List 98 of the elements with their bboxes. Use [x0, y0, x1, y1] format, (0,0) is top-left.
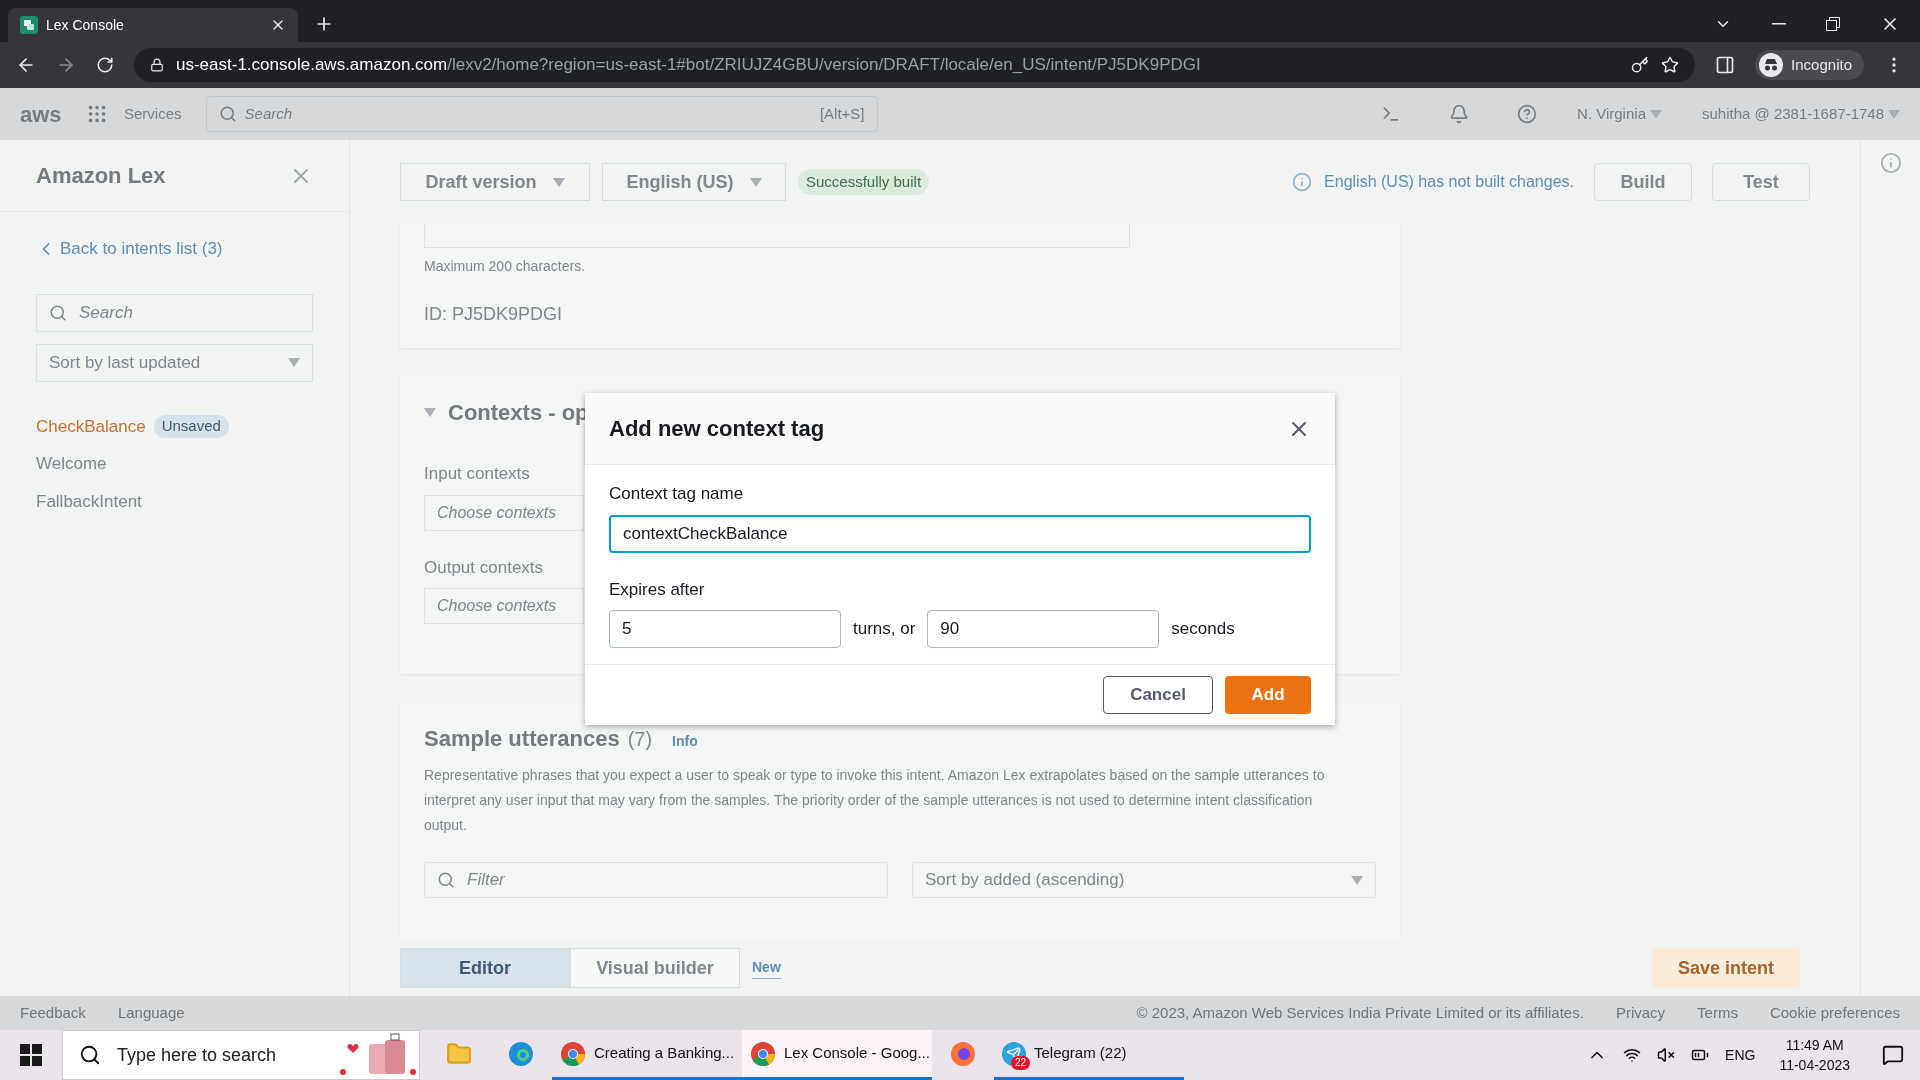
status-badge: Unsaved [153, 415, 229, 438]
sort-dropdown[interactable]: Sort by added (ascending) [912, 862, 1376, 898]
sidebar-title: Amazon Lex [36, 162, 166, 190]
caret-icon [1649, 109, 1662, 119]
browser-icon [750, 1040, 776, 1067]
info-link[interactable]: Info [672, 731, 698, 752]
section-description: Representative phrases that you expect a user to speak or type to invoke this intent. Amazon Lex extrapolates based on the sample utterances to interpret any user input that may vary from the samples. The priority order of the sample utterances is not used to determine intent classification output. [424, 766, 1326, 835]
contexts-dropdown[interactable]: Choose contexts [424, 494, 584, 531]
field-label: Input contexts [424, 463, 531, 485]
toolbar-button[interactable]: Build [1594, 163, 1692, 201]
hint-text: Maximum 200 characters. [424, 257, 587, 276]
muted-speaker-icon[interactable] [1657, 1046, 1676, 1064]
reload-icon[interactable] [96, 56, 114, 74]
unit-label: turns, or [853, 618, 916, 641]
status-badge: Successfully built [798, 168, 930, 196]
taskbar-search[interactable]: Type here to search [62, 1030, 420, 1080]
view-tab[interactable]: Editor [400, 948, 570, 988]
search-icon [79, 1044, 101, 1066]
back-link[interactable]: Back to intents list (3) [36, 236, 313, 262]
wifi-icon[interactable] [1623, 1046, 1642, 1064]
taskbar-app[interactable]: Lex Console - Goog... [742, 1030, 932, 1080]
section-title: Sample utterances [424, 725, 620, 753]
caret-icon [749, 177, 762, 187]
caret-icon [1351, 875, 1363, 885]
region-menu[interactable]: N. Virginia [1577, 102, 1662, 126]
app-title: Telegram (22) [1034, 1043, 1127, 1064]
browser-icon [560, 1040, 586, 1067]
address-bar[interactable]: us-east-1.console.aws.amazon.com/lexv2/home?region=us-east-1#bot/ZRIUJZ4GBU/version/DRAFT/locale/en_US/intent/PJ5DK9PDGI [134, 48, 1696, 82]
aws-logo[interactable]: aws [20, 97, 70, 131]
help-icon[interactable] [1517, 104, 1538, 124]
footer-link[interactable]: Privacy [1615, 1001, 1666, 1025]
field-label: Context tag name [609, 483, 745, 505]
key-icon[interactable] [1631, 56, 1650, 74]
url-text: us-east-1.console.aws.amazon.com/lexv2/home?region=us-east-1#bot/ZRIUJZ4GBU/version/DRAFT/locale/en_US/intent/PJ5DK9PDGI [176, 54, 1201, 77]
search-field[interactable]: Search [36, 293, 313, 332]
intent-item[interactable]: FallbackIntent [36, 488, 313, 514]
search-icon [218, 105, 237, 123]
caret-icon [1888, 109, 1900, 119]
view-tab[interactable]: Visual builder [570, 948, 740, 988]
filter-field[interactable]: Filter [424, 862, 888, 898]
add-button[interactable]: Add [1225, 676, 1311, 714]
bell-icon[interactable] [1449, 104, 1470, 124]
browser-icon [950, 1040, 976, 1067]
toolbar-button[interactable]: Test [1712, 163, 1810, 201]
expand-icon [424, 408, 436, 417]
app-title: Creating a Banking... [594, 1043, 735, 1064]
star-icon[interactable] [1661, 56, 1680, 74]
browser-icon [508, 1040, 534, 1067]
language-indicator[interactable]: ENG [1725, 1044, 1756, 1066]
grid-icon[interactable] [86, 103, 108, 125]
tab-title: Lex Console [46, 15, 125, 35]
new-badge: New [752, 957, 781, 979]
utterance-count: (7) [627, 727, 653, 752]
save-button[interactable]: Save intent [1652, 948, 1800, 988]
clock[interactable]: 11:49 AM 11-04-2023 [1779, 1035, 1850, 1075]
incognito-icon [1759, 53, 1784, 77]
contexts-dropdown[interactable]: Choose contexts [424, 588, 584, 624]
search-field[interactable]: Search [Alt+S] [205, 96, 878, 132]
notice-text: English (US) has not built changes. [1324, 172, 1574, 192]
browser-tab[interactable]: Lex Console [8, 8, 298, 42]
folder-icon [446, 1040, 472, 1067]
search-icon [437, 871, 455, 889]
taskbar-app[interactable]: 22 Telegram (22) [994, 1030, 1184, 1080]
account-menu[interactable]: suhitha @ 2381-1687-1748 [1701, 102, 1900, 126]
shortcut-hint: [Alt+S] [819, 103, 865, 124]
seconds-input[interactable]: 90 [927, 610, 1160, 648]
side-panel-icon[interactable] [1715, 55, 1736, 75]
language-dropdown[interactable]: English (US) [602, 163, 786, 201]
intent-item[interactable]: CheckBalance Unsaved [36, 413, 313, 439]
copyright-text: © 2023, Amazon Web Services India Private Limited or its affiliates. [1136, 1002, 1584, 1023]
profile-chip[interactable]: Incognito [1755, 50, 1864, 80]
search-icon [49, 303, 67, 322]
cancel-button[interactable]: Cancel [1103, 676, 1213, 714]
field-label: Expires after [609, 578, 706, 601]
chat-icon [20, 16, 38, 34]
notifications-icon[interactable] [1882, 1044, 1904, 1066]
dialog-title: Add new context tag [609, 415, 825, 443]
footer-link[interactable]: Feedback [20, 1001, 86, 1025]
lock-icon [150, 58, 164, 72]
field-label: Output contexts [424, 556, 545, 579]
intent-item[interactable]: Welcome [36, 451, 313, 477]
footer-link[interactable]: Language [117, 1001, 185, 1025]
turns-input[interactable]: 5 [609, 610, 841, 648]
services-menu[interactable]: Services [124, 102, 182, 126]
caret-icon [552, 177, 565, 187]
restore-icon[interactable] [1826, 17, 1840, 31]
windows-icon[interactable] [20, 1044, 42, 1066]
caret-icon [288, 358, 300, 367]
version-dropdown[interactable]: Draft version [400, 163, 590, 201]
info-icon [1292, 172, 1313, 192]
minimize-icon[interactable] [1772, 23, 1786, 25]
sort-dropdown[interactable]: Sort by last updated [36, 343, 313, 382]
app-title: Lex Console - Goog... [784, 1043, 930, 1064]
intent-id: ID: PJ5DK9PDGI [424, 303, 564, 326]
unit-label: seconds [1171, 618, 1235, 641]
name-input[interactable]: contextCheckBalance [609, 514, 1311, 553]
footer-link[interactable]: Terms [1697, 1001, 1738, 1025]
footer-link[interactable]: Cookie preferences [1769, 1001, 1900, 1025]
